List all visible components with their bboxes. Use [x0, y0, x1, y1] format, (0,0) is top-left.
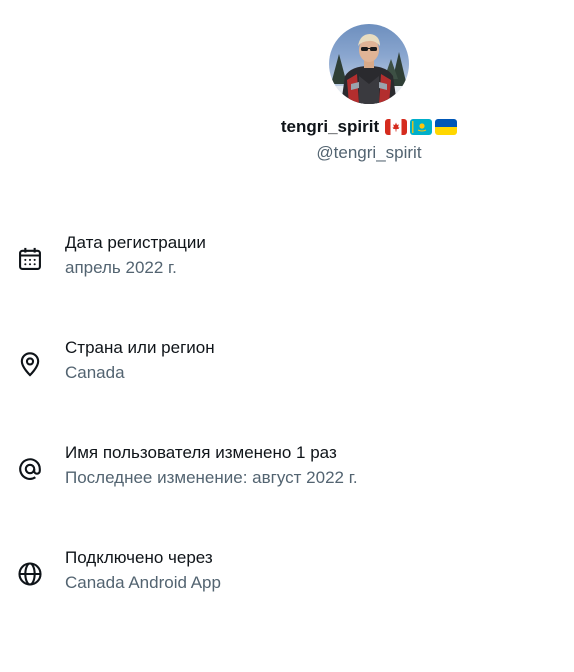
info-row-username-changes: Имя пользователя изменено 1 раз Последне… [16, 443, 556, 493]
location-pin-icon [16, 350, 44, 378]
info-row-country: Страна или регион Canada [16, 338, 556, 388]
kazakhstan-flag-icon [410, 119, 433, 135]
avatar[interactable] [329, 24, 409, 104]
display-name[interactable]: tengri_spirit [281, 117, 379, 137]
info-row-connected-via: Подключено через Canada Android App [16, 548, 556, 598]
ukraine-flag-icon [435, 119, 458, 135]
canada-flag-icon [385, 119, 408, 135]
username-changes-title: Имя пользователя изменено 1 раз [65, 443, 337, 462]
username-changes-value: Последнее изменение: август 2022 г. [65, 468, 358, 487]
at-sign-icon [16, 455, 44, 483]
joined-value: апрель 2022 г. [65, 258, 177, 277]
globe-icon [16, 560, 44, 588]
name-row: tengri_spirit [0, 117, 574, 137]
connected-via-title: Подключено через [65, 548, 213, 567]
info-row-joined: Дата регистрации апрель 2022 г. [16, 233, 556, 283]
calendar-icon [16, 245, 44, 273]
country-title: Страна или регион [65, 338, 215, 357]
username-handle: @tengri_spirit [316, 143, 422, 162]
profile-header: tengri_spirit @tengri_spirit [0, 24, 574, 163]
joined-title: Дата регистрации [65, 233, 206, 252]
country-value: Canada [65, 363, 125, 382]
connected-via-value: Canada Android App [65, 573, 221, 592]
